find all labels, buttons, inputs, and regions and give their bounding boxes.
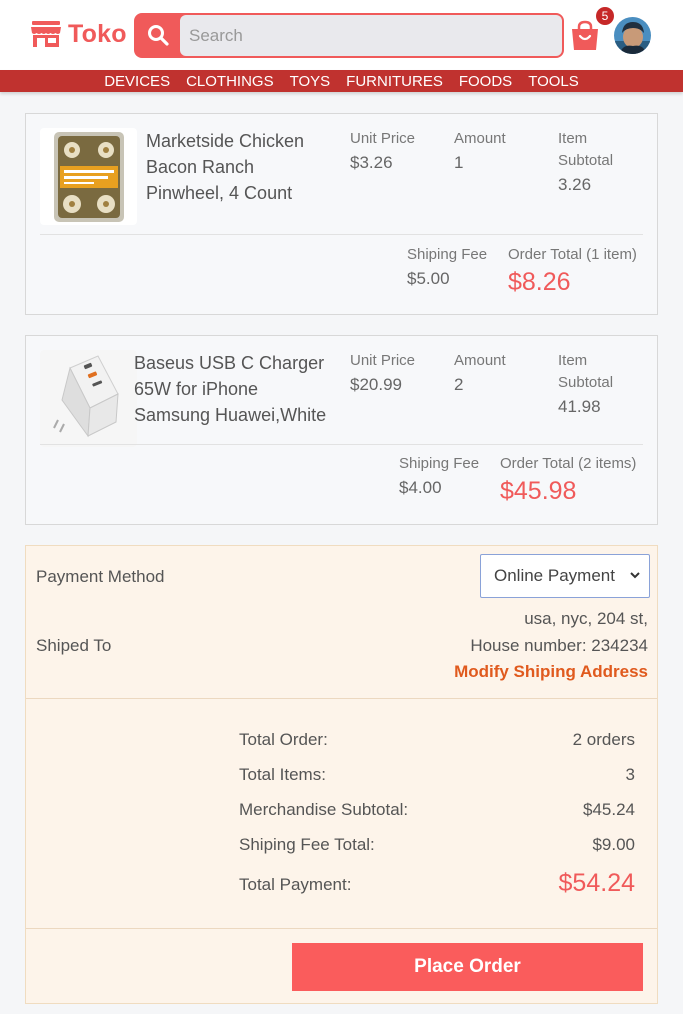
amount-value: 2 [454,375,464,394]
divider [26,698,657,699]
unit-price-label: Unit Price [350,130,416,147]
modify-address-link[interactable]: Modify Shiping Address [454,662,648,682]
total-order-value: 2 orders [572,730,635,749]
item-subtotal-label: Item Subtotal [558,352,614,391]
order-total-label: Order Total (1 item) [508,246,637,263]
shipping-fee-total-label: Shiping Fee Total: [239,835,375,854]
order-card: Marketside Chicken Bacon Ranch Pinwheel,… [25,113,658,315]
nav-item-furnitures[interactable]: FURNITURES [338,73,451,90]
item-subtotal-label: Item Subtotal [558,130,614,169]
unit-price-label: Unit Price [350,352,416,369]
product-name: Marketside Chicken Bacon Ranch Pinwheel,… [146,131,305,203]
item-subtotal-value: 3.26 [558,175,592,194]
unit-price-value: $3.26 [350,153,393,172]
nav-item-foods[interactable]: FOODS [451,73,520,90]
product-name: Baseus USB C Charger 65W for iPhone Sams… [134,353,327,425]
amount-label: Amount [454,130,506,147]
divider [40,234,643,235]
nav-item-toys[interactable]: TOYS [282,73,339,90]
shipping-fee-value: $4.00 [399,478,442,497]
shipping-fee-label: Shiping Fee [407,246,488,263]
address-line-2: House number: 234234 [470,636,648,655]
divider [26,928,657,929]
category-nav: DEVICES CLOTHINGS TOYS FURNITURES FOODS … [0,70,683,92]
item-subtotal-value: 41.98 [558,397,601,416]
unit-price-value: $20.99 [350,375,402,394]
product-image[interactable] [40,350,137,447]
order-card: Baseus USB C Charger 65W for iPhone Sams… [25,335,658,525]
logo-text: Toko [68,19,127,48]
avatar[interactable] [614,17,651,54]
store-icon [31,21,61,47]
total-items-label: Total Items: [239,765,326,784]
search-icon[interactable] [146,23,170,47]
shipping-fee-value: $5.00 [407,269,450,288]
address-line-1: usa, nyc, 204 st, [524,609,648,628]
order-total-label: Order Total (2 items) [500,455,637,472]
order-total-value: $45.98 [500,477,577,505]
merchandise-subtotal-value: $45.24 [583,800,635,819]
divider [40,444,643,445]
nav-item-clothings[interactable]: CLOTHINGS [178,73,282,90]
total-payment-value: $54.24 [558,869,635,897]
place-order-button[interactable]: Place Order [292,943,643,991]
merchandise-subtotal-label: Merchandise Subtotal: [239,800,409,819]
nav-item-devices[interactable]: DEVICES [96,73,178,90]
product-image[interactable] [40,128,137,225]
shipping-fee-label: Shiping Fee [399,455,480,472]
header: Toko 5 [0,0,683,70]
amount-label: Amount [454,352,506,369]
payment-method-value: Online Payment [494,566,615,585]
search-bar [134,13,564,58]
shipped-to-label: Shiped To [36,636,112,655]
logo-link[interactable]: Toko [30,18,127,50]
order-total-value: $8.26 [508,268,571,296]
payment-method-select[interactable]: Online Payment [480,554,650,598]
nav-item-tools[interactable]: TOOLS [520,73,587,90]
chevron-down-icon [630,572,640,579]
amount-value: 1 [454,153,464,172]
cart-count-badge: 5 [594,5,616,27]
payment-method-label: Payment Method [36,567,165,586]
checkout-summary: Payment Method Online Payment Shiped To … [25,545,658,1004]
total-payment-label: Total Payment: [239,875,352,894]
shipping-fee-total-value: $9.00 [592,835,635,854]
total-items-value: 3 [625,765,635,784]
search-input[interactable] [180,15,562,56]
total-order-label: Total Order: [239,730,328,749]
